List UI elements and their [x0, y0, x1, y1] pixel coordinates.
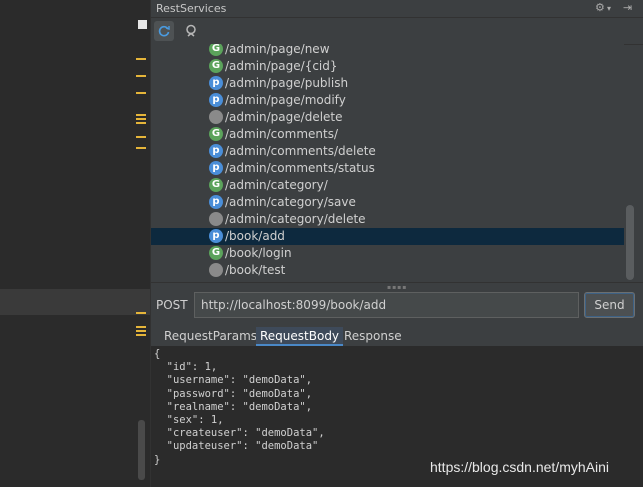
refresh-icon — [158, 25, 170, 37]
tree-item-path: /book/add — [225, 229, 285, 243]
tree-item[interactable]: p/book/add — [151, 228, 624, 245]
tree-item[interactable]: p/admin/comments/status — [151, 160, 624, 177]
request-body-text[interactable]: { "id": 1, "username": "demoData", "pass… — [154, 348, 325, 467]
change-marker — [136, 92, 146, 94]
change-marker — [136, 75, 146, 77]
tree-item-path: /admin/comments/status — [225, 161, 375, 175]
get-method-icon: G — [209, 127, 223, 141]
request-tabs: RequestParams RequestBody Response — [151, 326, 643, 346]
change-marker — [136, 58, 146, 60]
tab-response[interactable]: Response — [340, 327, 406, 346]
post-method-icon: p — [209, 144, 223, 158]
other-method-icon — [209, 263, 223, 277]
request-bar: POST http://localhost:8099/book/add Send — [151, 290, 643, 322]
change-marker — [136, 118, 146, 120]
send-button[interactable]: Send — [584, 292, 635, 318]
change-marker — [136, 326, 146, 328]
tree-item[interactable]: p/admin/page/modify — [151, 92, 624, 109]
other-method-icon — [209, 212, 223, 226]
tree-item-path: /admin/category/save — [225, 195, 356, 209]
chevron-down-icon[interactable]: ▾ — [607, 4, 611, 13]
http-method[interactable]: POST — [156, 298, 188, 312]
tree-item[interactable]: p/admin/category/save — [151, 194, 624, 211]
tree-item[interactable]: /admin/page/delete — [151, 109, 624, 126]
tree-item-path: /admin/comments/ — [225, 127, 338, 141]
tree-item-path: /admin/page/publish — [225, 76, 349, 90]
tree-item-path: /admin/page/modify — [225, 93, 346, 107]
tree-item[interactable]: G/admin/category/ — [151, 177, 624, 194]
post-method-icon: p — [209, 76, 223, 90]
search-icon — [186, 24, 196, 37]
get-method-icon: G — [209, 178, 223, 192]
tree-item[interactable]: G/book/login — [151, 245, 624, 262]
tree-scrollbar[interactable] — [626, 205, 634, 280]
tree-item[interactable]: p/admin/page/publish — [151, 75, 624, 92]
panel-toolbar — [151, 18, 643, 45]
get-method-icon: G — [209, 246, 223, 260]
url-input[interactable]: http://localhost:8099/book/add — [194, 292, 579, 318]
gear-icon[interactable]: ⚙ — [595, 1, 605, 14]
change-marker — [136, 136, 146, 138]
tab-request-body[interactable]: RequestBody — [256, 327, 344, 346]
tab-request-params[interactable]: RequestParams — [160, 327, 261, 346]
editor-marker-square — [138, 20, 147, 29]
tree-item-path: /admin/category/delete — [225, 212, 366, 226]
post-method-icon: p — [209, 161, 223, 175]
tree-item[interactable]: G/admin/page/{cid} — [151, 58, 624, 75]
refresh-button[interactable] — [154, 21, 174, 41]
post-method-icon: p — [209, 229, 223, 243]
watermark-text: https://blog.csdn.net/myhAini — [430, 459, 609, 475]
other-method-icon — [209, 110, 223, 124]
post-method-icon: p — [209, 93, 223, 107]
tree-item[interactable]: p/admin/comments/delete — [151, 143, 624, 160]
tree-item-path: /admin/comments/delete — [225, 144, 376, 158]
tree-item-path: /admin/page/delete — [225, 110, 343, 124]
tree-item-path: /admin/page/{cid} — [225, 59, 338, 73]
change-marker — [136, 147, 146, 149]
search-button[interactable] — [182, 21, 202, 41]
editor-gutter — [0, 0, 150, 487]
tree-item[interactable]: /book/test — [151, 262, 624, 279]
tree-item[interactable]: /admin/category/delete — [151, 211, 624, 228]
get-method-icon: G — [209, 44, 223, 56]
editor-scrollbar[interactable] — [138, 420, 145, 480]
tree-item-path: /book/test — [225, 263, 286, 277]
tree-item[interactable]: G/admin/comments/ — [151, 126, 624, 143]
change-marker — [136, 312, 146, 314]
get-method-icon: G — [209, 59, 223, 73]
hide-panel-icon[interactable]: ⇥ — [623, 1, 632, 14]
panel-title: RestServices — [156, 2, 227, 15]
change-marker — [136, 122, 146, 124]
rest-services-panel: RestServices ⚙ ▾ ⇥ G/admin/page/new G/adm… — [150, 0, 643, 487]
endpoint-tree[interactable]: G/admin/page/new G/admin/page/{cid} p/admi… — [151, 44, 624, 282]
tree-item-path: /admin/category/ — [225, 178, 328, 192]
editor-current-line — [0, 289, 150, 315]
post-method-icon: p — [209, 195, 223, 209]
tree-item[interactable]: G/admin/page/new — [151, 44, 624, 58]
tree-item-path: /admin/page/new — [225, 44, 330, 56]
change-marker — [136, 334, 146, 336]
tree-item-path: /book/login — [225, 246, 292, 260]
change-marker — [136, 114, 146, 116]
panel-titlebar: RestServices ⚙ ▾ ⇥ — [151, 0, 643, 18]
change-marker — [136, 330, 146, 332]
